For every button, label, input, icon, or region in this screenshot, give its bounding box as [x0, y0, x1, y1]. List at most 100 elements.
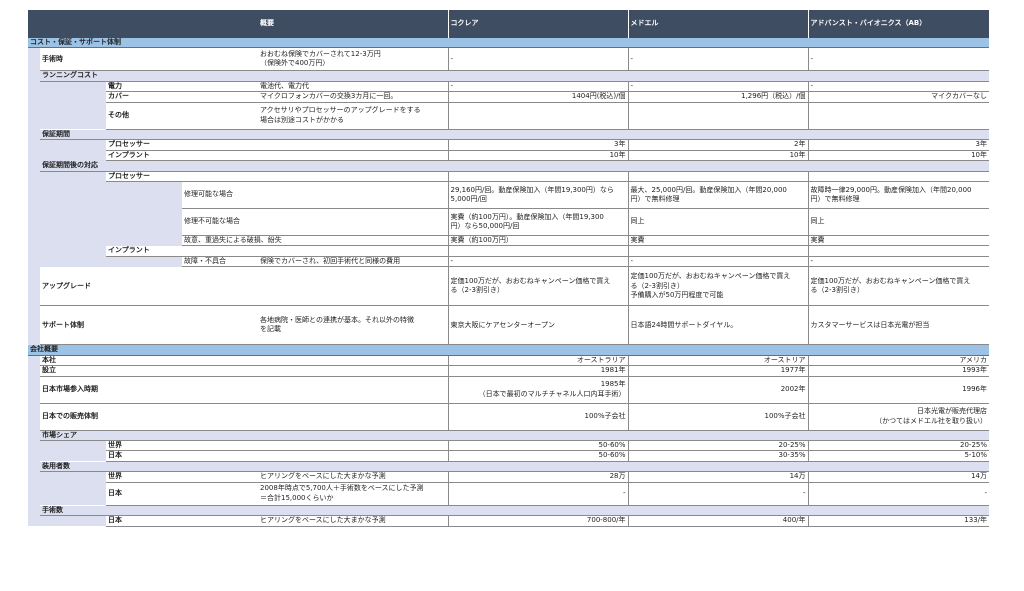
cell-medel: 日本語24時間サポートダイヤル。 — [627, 305, 809, 346]
cell-cochlear: 10年 — [447, 150, 629, 162]
cell-cochlear: 50-60% — [447, 440, 629, 452]
subsection-title: 装用者数 — [40, 461, 259, 473]
row-summary: アクセサリやプロセッサーのアップグレードをする 場合は別途コストがかかる — [258, 102, 449, 130]
table-row-failure: 故障・不具合 保険でカバーされ、初回手術代と同様の費用 - - - — [28, 256, 990, 268]
row-label: 設立 — [40, 365, 259, 377]
cell-medel: 同上 — [627, 208, 809, 236]
cell-ab: 同上 — [807, 208, 990, 236]
table-row-surgeries-japan: 日本 ヒアリングをベースにした大まかな予測 700-800/年 400/年 13… — [28, 515, 990, 527]
row-label: 日本 — [106, 482, 259, 506]
cell-ab: カスタマーサービスは日本光電が担当 — [807, 305, 990, 346]
cell-cochlear: 1985年 （日本で最初のマルチチャネル人口内耳手術） — [447, 376, 629, 404]
cell-cochlear: 28万 — [447, 471, 629, 483]
section-title: コスト・保証・サポート体制 — [28, 38, 990, 49]
row-label: 日本 — [106, 450, 259, 462]
row-label: 日本 — [106, 515, 259, 527]
row-label: インプラント — [106, 245, 259, 257]
table-row-warranty-implant: インプラント 10年 10年 10年 — [28, 150, 990, 162]
table-row-hq: 本社 オーストラリア オーストリア アメリカ — [28, 355, 990, 367]
table-row-sales: 日本での販売体制 100%子会社 100%子会社 日本光電が販売代理店 （かつては… — [28, 403, 990, 431]
cell-ab: - — [807, 256, 990, 268]
cell-medel: - — [627, 81, 809, 93]
table-row-upgrade: アップグレード 定価100万だが、おおむねキャンペーン価格で買え る（2-3割引き… — [28, 266, 990, 307]
cell-cochlear: 実費（約100万円） — [447, 235, 629, 247]
cell-cochlear: - — [447, 256, 629, 268]
cell-cochlear: 実費（約100万円）。動産保険加入（年間19,300 円）なら50,000円/回 — [447, 208, 629, 236]
row-summary: 各地病院・医師との連携が基本。それ以外の特徴 を記載 — [258, 305, 449, 346]
cell-medel: 1,296円（税込）/個 — [627, 91, 809, 103]
cell-ab: - — [807, 81, 990, 93]
table-row-after-implant: インプラント — [28, 245, 990, 257]
table-row-share-world: 世界 50-60% 20-25% 20-25% — [28, 440, 990, 452]
row-label: 修理可能な場合 — [182, 181, 449, 209]
row-label: サポート体制 — [40, 305, 259, 346]
cell-cochlear: 1981年 — [447, 365, 629, 377]
cell-ab: 定価100万だが、おおむねキャンペーン価格で買え る（2-3割引き） — [807, 266, 990, 307]
row-label: 故障・不具合 — [182, 256, 259, 268]
row-label: プロセッサー — [106, 139, 259, 151]
cell-ab: 14万 — [807, 471, 990, 483]
cell-ab: 故障時一律29,000円。動産保険加入（年間20,000 円）で無料修理 — [807, 181, 990, 209]
cell-ab: アメリカ — [807, 355, 990, 367]
cell-medel: 定価100万だが、おおむねキャンペーン価格で買え る（2-3割引き） 予備購入が50… — [627, 266, 809, 307]
row-summary: おおむね保険でカバーされて12-3万円 （保険外で400万円） — [258, 47, 449, 72]
row-label: 故意、重過失による破損、紛失 — [182, 235, 449, 247]
table-row-share-japan: 日本 50-60% 30-35% 5-10% — [28, 450, 990, 462]
cell-cochlear: 3年 — [447, 139, 629, 151]
row-label: 日本での販売体制 — [40, 403, 259, 431]
cell-ab: 1996年 — [807, 376, 990, 404]
cell-medel: 14万 — [627, 471, 809, 483]
section-row-company: 会社概要 — [28, 344, 990, 356]
cell-medel: オーストリア — [627, 355, 809, 367]
cell-cochlear: オーストラリア — [447, 355, 629, 367]
cell-medel: 最大、25,000円/回。動産保険加入（年間20,000 円）で無料修理 — [627, 181, 809, 209]
subsection-title: 手術数 — [40, 505, 259, 517]
cell-medel: 20-25% — [627, 440, 809, 452]
table-row-other: その他 アクセサリやプロセッサーのアップグレードをする 場合は別途コストがかかる — [28, 102, 990, 130]
row-label: カバー — [106, 91, 259, 103]
row-label: プロセッサー — [106, 171, 259, 182]
table-row-support: サポート体制 各地病院・医師との連携が基本。それ以外の特徴 を記載 東京大阪にケア… — [28, 305, 990, 346]
table-row-warranty-processor: プロセッサー 3年 2年 3年 — [28, 139, 990, 151]
comparison-sheet: 概要 コクレア メドエル アドバンスト・バイオニクス（AB） コスト・保証・サポ… — [28, 10, 990, 527]
row-label: その他 — [106, 102, 259, 130]
cell-medel: 30-35% — [627, 450, 809, 462]
table-row-after-processor: プロセッサー — [28, 171, 990, 182]
table-row-cover: カバー マイクロフォンカバーの交換3カ月に一回。 1404円(税込)/個 1,2… — [28, 91, 990, 103]
cell-ab: 1993年 — [807, 365, 990, 377]
cell-medel: 10年 — [627, 150, 809, 162]
header-vendor-ab: アドバンスト・バイオニクス（AB） — [807, 10, 990, 38]
section-row-cost: コスト・保証・サポート体制 — [28, 38, 990, 49]
cell-cochlear: - — [447, 81, 629, 93]
table-row-founded: 設立 1981年 1977年 1993年 — [28, 365, 990, 377]
cell-medel: 400/年 — [627, 515, 809, 527]
row-label: 世界 — [106, 440, 259, 452]
section-title: 会社概要 — [28, 344, 990, 356]
cell-ab: 10年 — [807, 150, 990, 162]
cell-ab: 5-10% — [807, 450, 990, 462]
row-summary: マイクロフォンカバーの交換3カ月に一回。 — [258, 91, 449, 103]
row-summary: ヒアリングをベースにした大まかな予測 — [258, 515, 449, 527]
cell-ab: 3年 — [807, 139, 990, 151]
subsection-row-users: 装用者数 — [28, 461, 990, 473]
cell-medel: - — [627, 47, 809, 72]
table-row-surgery: 手術時 おおむね保険でカバーされて12-3万円 （保険外で400万円） - - - — [28, 47, 990, 72]
table-row-unrepairable: 修理不可能な場合 実費（約100万円）。動産保険加入（年間19,300 円）なら5… — [28, 208, 990, 236]
cell-cochlear: 1404円(税込)/個 — [447, 91, 629, 103]
comparison-table: 概要 コクレア メドエル アドバンスト・バイオニクス（AB） コスト・保証・サポ… — [28, 10, 990, 527]
row-label: 修理不可能な場合 — [182, 208, 449, 236]
row-label: 手術時 — [40, 47, 259, 72]
row-summary: 電池代、電力代 — [258, 81, 449, 93]
header-summary: 概要 — [258, 10, 449, 38]
cell-ab: 実費 — [807, 235, 990, 247]
table-row-repairable: 修理可能な場合 29,160円/回。動産保険加入（年間19,300円）なら 5,0… — [28, 181, 990, 209]
subsection-row-after-warranty: 保証期間後の対応 — [28, 160, 990, 172]
cell-ab: 20-25% — [807, 440, 990, 452]
header-vendor-medel: メドエル — [627, 10, 809, 38]
cell-cochlear: - — [447, 47, 629, 72]
cell-cochlear: 29,160円/回。動産保険加入（年間19,300円）なら 5,000円/回 — [447, 181, 629, 209]
subsection-title: 保証期間後の対応 — [40, 160, 259, 172]
cell-ab: 133/年 — [807, 515, 990, 527]
table-row-intentional-damage: 故意、重過失による破損、紛失 実費（約100万円） 実費 実費 — [28, 235, 990, 247]
subsection-row-warranty: 保証期間 — [28, 129, 990, 141]
